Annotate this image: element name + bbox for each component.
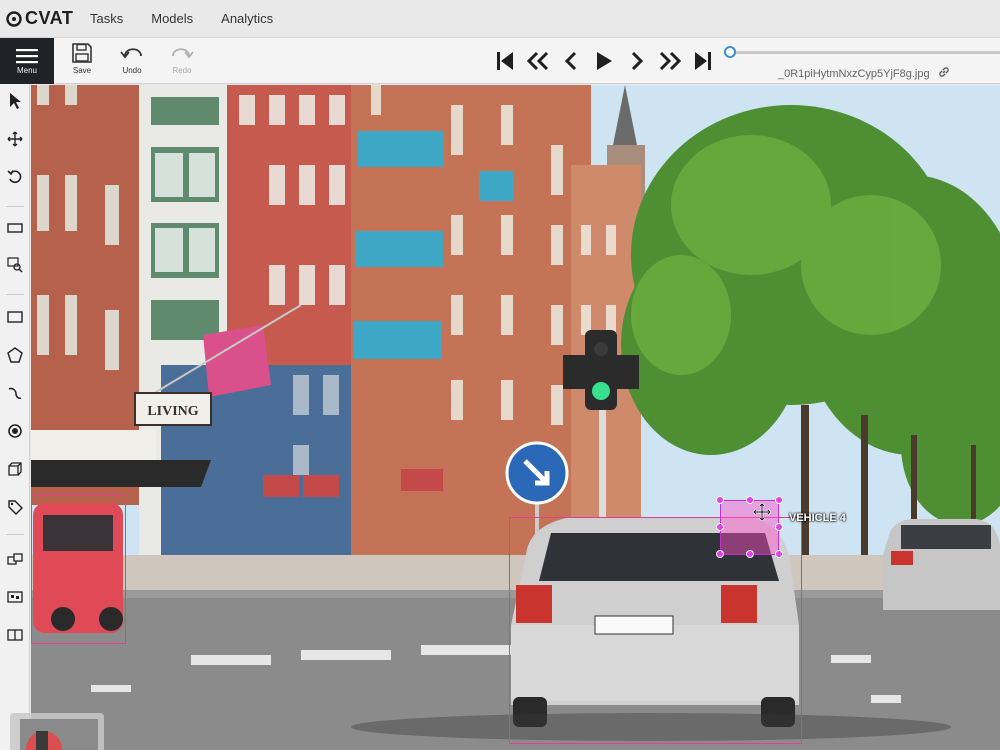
cvat-app: CVAT Tasks Models Analytics Menu Save Un… (0, 0, 1000, 750)
next-frame-button[interactable] (620, 47, 653, 75)
polygon-icon (7, 347, 23, 363)
save-icon (72, 43, 92, 63)
bbox-handle-top-left[interactable] (716, 496, 724, 504)
merge-icon (7, 553, 23, 565)
rotate-icon (7, 170, 22, 184)
save-label: Save (72, 66, 92, 75)
shop-sign-text: LIVING (147, 404, 198, 419)
play-icon (596, 52, 612, 70)
cvat-logo-icon (6, 10, 22, 27)
nav-tasks[interactable]: Tasks (76, 11, 137, 26)
sidebar-divider (6, 294, 24, 295)
top-navigation: CVAT Tasks Models Analytics (0, 0, 1000, 38)
draw-polygon-tool[interactable] (0, 342, 30, 368)
zoom-region-tool[interactable] (0, 252, 30, 278)
undo-button[interactable]: Undo (112, 42, 152, 82)
logo-text: CVAT (25, 8, 74, 28)
cursor-tool[interactable] (0, 88, 30, 114)
play-button[interactable] (587, 47, 620, 75)
merge-shapes-tool[interactable] (0, 546, 30, 572)
fast-backward-button[interactable] (521, 47, 554, 75)
save-button[interactable]: Save (62, 42, 102, 82)
annotation-header: Menu Save Undo Redo _0R1piHytmNxzCyp5YjF… (0, 38, 1000, 84)
bbox-handle-middle-right[interactable] (775, 523, 783, 531)
first-frame-icon (496, 52, 513, 70)
sidebar-divider (6, 206, 24, 207)
draw-points-tool[interactable] (0, 418, 30, 444)
chevron-right-icon (631, 51, 643, 71)
bbox-label-vehicle-4: VEHICLE 4 (789, 512, 846, 524)
tag-icon (8, 500, 23, 515)
group-shapes-tool[interactable] (0, 584, 30, 610)
rectangle-icon (7, 311, 23, 323)
menu-label: Menu (16, 65, 37, 75)
polyline-icon (8, 387, 22, 399)
split-track-tool[interactable] (0, 622, 30, 648)
frame-slider[interactable] (724, 44, 1000, 58)
undo-label: Undo (122, 66, 142, 75)
player-controls (488, 47, 719, 75)
fast-backward-icon (526, 51, 548, 71)
frame-slider-track (724, 51, 1000, 54)
frame-slider-handle[interactable] (724, 46, 736, 58)
minimap-icon (20, 719, 98, 750)
redo-button[interactable]: Redo (162, 42, 202, 82)
fit-image-tool[interactable] (0, 215, 30, 241)
draw-polyline-tool[interactable] (0, 380, 30, 406)
last-frame-icon (694, 52, 711, 70)
group-icon (7, 591, 23, 603)
redo-icon (172, 48, 194, 59)
cuboid-icon (8, 462, 22, 476)
undo-icon (120, 48, 142, 59)
nav-models[interactable]: Models (137, 11, 207, 26)
setup-tag-tool[interactable] (0, 494, 30, 520)
move-tool[interactable] (0, 126, 30, 152)
filename-text: _0R1piHytmNxzCyp5YjF8g.jpg (778, 67, 930, 80)
fast-forward-icon (659, 51, 681, 71)
cursor-icon (10, 93, 21, 109)
fit-image-icon (7, 223, 23, 233)
hamburger-icon (16, 48, 38, 63)
rotate-tool[interactable] (0, 164, 30, 190)
minimap-thumbnail[interactable] (10, 713, 104, 750)
chevron-left-icon (564, 51, 576, 71)
bbox-red-car[interactable] (31, 494, 126, 644)
menu-button[interactable]: Menu (0, 38, 54, 84)
frame-filename: _0R1piHytmNxzCyp5YjF8g.jpg (778, 66, 950, 81)
redo-label: Redo (172, 66, 192, 75)
cvat-logo[interactable]: CVAT (6, 0, 76, 38)
first-frame-button[interactable] (488, 47, 521, 75)
move-cursor-icon (753, 503, 771, 521)
zoom-region-icon (7, 257, 23, 273)
sidebar-divider (6, 534, 24, 535)
controls-sidebar (0, 84, 30, 750)
draw-rectangle-tool[interactable] (0, 304, 30, 330)
annotation-canvas[interactable]: LIVING VEHICLE 4 (31, 85, 1000, 750)
draw-cuboid-tool[interactable] (0, 456, 30, 482)
last-frame-button[interactable] (686, 47, 719, 75)
nav-analytics[interactable]: Analytics (207, 11, 287, 26)
bbox-handle-bottom-right[interactable] (775, 550, 783, 558)
points-icon (8, 424, 22, 438)
bbox-handle-top-right[interactable] (775, 496, 783, 504)
previous-frame-button[interactable] (554, 47, 587, 75)
move-icon (7, 131, 23, 147)
split-icon (7, 629, 23, 641)
copy-link-icon[interactable] (938, 66, 950, 81)
bbox-handle-bottom-center[interactable] (746, 550, 754, 558)
bbox-handle-bottom-left[interactable] (716, 550, 724, 558)
bbox-handle-middle-left[interactable] (716, 523, 724, 531)
fast-forward-button[interactable] (653, 47, 686, 75)
